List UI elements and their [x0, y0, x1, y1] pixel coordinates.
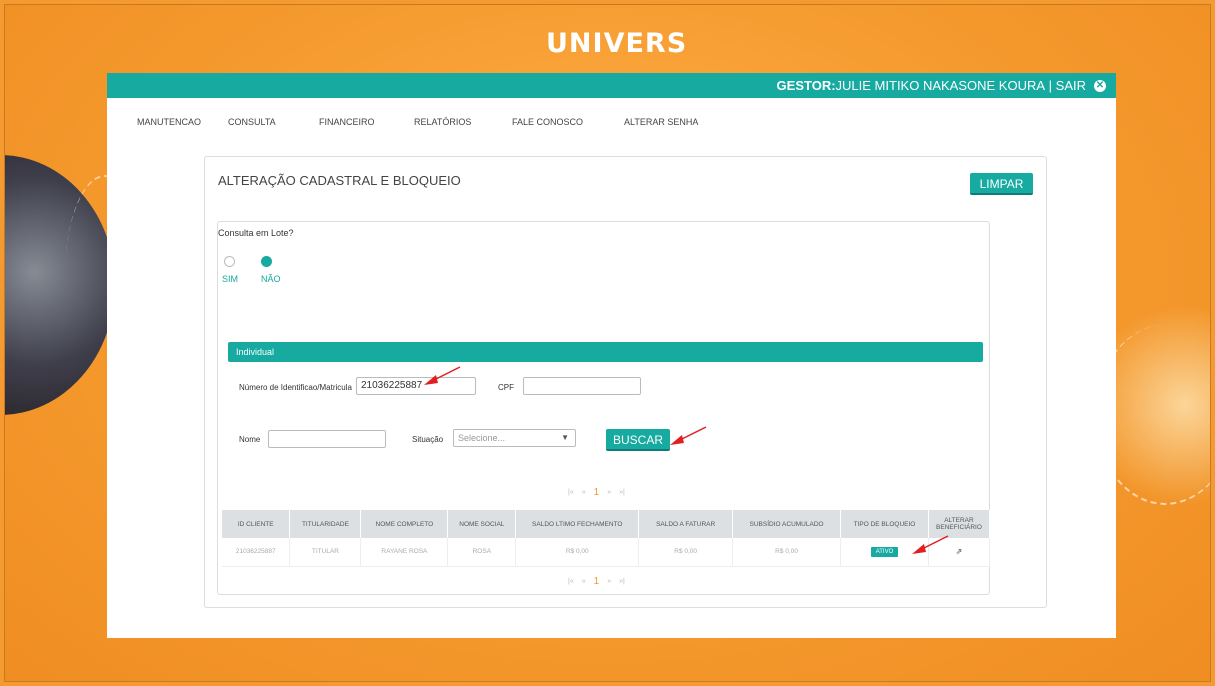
menu-item-financeiro[interactable]: FINANCEIRO: [319, 117, 414, 127]
pager-current[interactable]: 1: [594, 576, 600, 587]
radio-nao-label: NÃO: [261, 274, 281, 284]
menu-item-relatorios[interactable]: RELATÓRIOS: [414, 117, 512, 127]
cpf-label: CPF: [498, 383, 514, 392]
pager-next[interactable]: »: [607, 489, 611, 496]
col-nome-social: NOME SOCIAL: [447, 510, 517, 538]
logout-link[interactable]: SAIR: [1056, 78, 1086, 93]
cpf-input[interactable]: [523, 377, 641, 395]
cell-titularidade: TITULAR: [289, 538, 362, 567]
menu-item-fale-conosco[interactable]: FALE CONOSCO: [512, 117, 624, 127]
pager-first[interactable]: |«: [568, 578, 574, 585]
menu-item-manutencao[interactable]: MANUTENCAO: [137, 117, 228, 127]
pager-prev[interactable]: «: [582, 578, 586, 585]
separator: |: [1045, 78, 1056, 93]
edit-link-icon[interactable]: ⇗: [956, 547, 963, 556]
user-name: JULIE MITIKO NAKASONE KOURA: [835, 78, 1046, 93]
lote-question: Consulta em Lote?: [218, 228, 294, 238]
col-saldo-fechamento: SALDO LTIMO FECHAMENTO: [515, 510, 640, 538]
id-label: Número de Identificao/Matricula: [239, 383, 352, 392]
menu-item-alterar-senha[interactable]: ALTERAR SENHA: [624, 117, 714, 127]
cell-id: 21036225887: [222, 538, 291, 567]
page-title: ALTERAÇÃO CADASTRAL E BLOQUEIO: [218, 173, 461, 188]
col-subsidio: SUBSÍDIO ACUMULADO: [732, 510, 842, 538]
status-badge[interactable]: ATIVO: [870, 546, 899, 557]
cell-social: ROSA: [447, 538, 517, 567]
radio-nao[interactable]: [261, 256, 272, 267]
main-panel: GESTOR: JULIE MITIKO NAKASONE KOURA | SA…: [107, 73, 1116, 638]
status-select-value: Selecione...: [458, 433, 506, 443]
table-row: 21036225887 TITULAR RAYANE ROSA ROSA R$ …: [222, 538, 991, 567]
chevron-down-icon: ▼: [561, 433, 569, 442]
annotation-arrow-search: [670, 426, 707, 445]
univers-logo: UNIVERS: [546, 28, 688, 59]
menu-item-consulta[interactable]: CONSULTA: [228, 117, 319, 127]
radio-sim-label: SIM: [222, 274, 239, 284]
search-box: Consulta em Lote? SIM NÃO Individual Núm…: [217, 221, 991, 595]
status-select[interactable]: Selecione... ▼: [453, 429, 576, 447]
individual-section-header: Individual: [228, 342, 983, 362]
pager-prev[interactable]: «: [582, 489, 586, 496]
annotation-arrow-id: [424, 366, 461, 385]
col-id-cliente: ID CLIENTE: [222, 510, 291, 538]
cell-nome: RAYANE ROSA: [360, 538, 449, 567]
cell-subsidio: R$ 0,00: [732, 538, 842, 567]
pager-next[interactable]: »: [607, 578, 611, 585]
pager-bottom: |« « 1 » »|: [568, 576, 625, 587]
status-label: Situação: [412, 435, 444, 444]
col-nome-completo: NOME COMPLETO: [360, 510, 449, 538]
radio-sim[interactable]: [224, 256, 235, 267]
cell-saldo-faturar: R$ 0,00: [638, 538, 734, 567]
search-button[interactable]: BUSCAR: [606, 429, 670, 451]
clear-button[interactable]: LIMPAR: [970, 173, 1033, 195]
close-icon[interactable]: ✕: [1094, 79, 1106, 92]
cell-saldo-fechamento: R$ 0,00: [515, 538, 640, 567]
user-bar: GESTOR: JULIE MITIKO NAKASONE KOURA | SA…: [107, 73, 1116, 98]
name-input[interactable]: [268, 430, 386, 448]
pager-current[interactable]: 1: [594, 487, 600, 498]
col-saldo-faturar: SALDO A FATURAR: [638, 510, 734, 538]
results-table: ID CLIENTE TITULARIDADE NOME COMPLETO NO…: [222, 510, 991, 567]
main-menu: MANUTENCAO CONSULTA FINANCEIRO RELATÓRIO…: [137, 117, 714, 127]
role-label: GESTOR:: [776, 78, 836, 93]
pager-top: |« « 1 » »|: [568, 487, 625, 498]
pager-last[interactable]: »|: [619, 489, 625, 496]
annotation-arrow-status: [912, 535, 949, 554]
name-label: Nome: [239, 435, 261, 444]
col-titularidade: TITULARIDADE: [289, 510, 362, 538]
pager-last[interactable]: »|: [619, 578, 625, 585]
table-header-row: ID CLIENTE TITULARIDADE NOME COMPLETO NO…: [222, 510, 991, 538]
pager-first[interactable]: |«: [568, 489, 574, 496]
